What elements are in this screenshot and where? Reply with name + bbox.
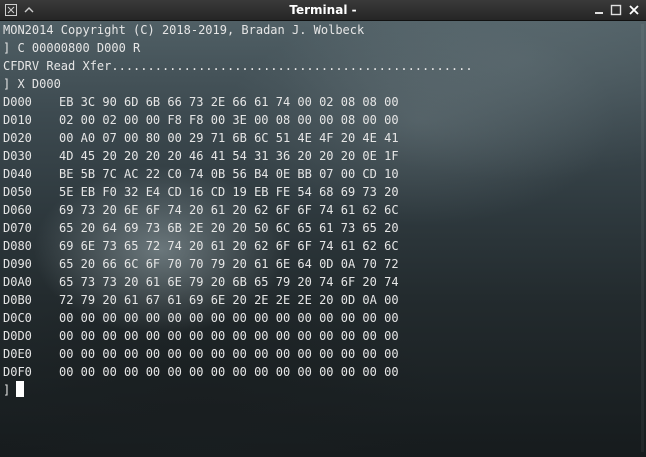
window-title: Terminal - bbox=[289, 3, 357, 17]
header-line: ] C 00000800 D000 R bbox=[3, 41, 141, 55]
dump-address: D060 bbox=[3, 203, 32, 217]
header-line: ] X D000 bbox=[3, 77, 61, 91]
text-cursor bbox=[16, 381, 25, 397]
dump-row: D030 4D 45 20 20 20 20 46 41 54 31 36 20 … bbox=[3, 147, 643, 165]
window-menu-icon[interactable] bbox=[4, 3, 18, 17]
dump-bytes: 00 00 00 00 00 00 00 00 00 00 00 00 00 0… bbox=[59, 347, 399, 361]
dump-bytes: 00 00 00 00 00 00 00 00 00 00 00 00 00 0… bbox=[59, 311, 399, 325]
dump-row: D0A0 65 73 73 20 61 6E 79 20 6B 65 79 20 … bbox=[3, 273, 643, 291]
header-line: CFDRV Read Xfer.........................… bbox=[3, 59, 473, 73]
dump-row: D0C0 00 00 00 00 00 00 00 00 00 00 00 00 … bbox=[3, 309, 643, 327]
dump-row: D0B0 72 79 20 61 67 61 69 6E 20 2E 2E 2E … bbox=[3, 291, 643, 309]
shade-icon[interactable] bbox=[22, 3, 36, 17]
header-line: MON2014 Copyright (C) 2018-2019, Bradan … bbox=[3, 23, 365, 37]
dump-bytes: 65 20 66 6C 6F 70 70 79 20 61 6E 64 0D 0… bbox=[59, 257, 399, 271]
dump-address: D0E0 bbox=[3, 347, 32, 361]
dump-bytes: 72 79 20 61 67 61 69 6E 20 2E 2E 2E 20 0… bbox=[59, 293, 399, 307]
minimize-icon[interactable] bbox=[592, 3, 606, 17]
terminal-output[interactable]: MON2014 Copyright (C) 2018-2019, Bradan … bbox=[3, 21, 643, 455]
dump-address: D050 bbox=[3, 185, 32, 199]
dump-bytes: 65 73 73 20 61 6E 79 20 6B 65 79 20 74 6… bbox=[59, 275, 399, 289]
dump-address: D040 bbox=[3, 167, 32, 181]
dump-bytes: BE 5B 7C AC 22 C0 74 0B 56 B4 0E BB 07 0… bbox=[59, 167, 399, 181]
dump-bytes: 69 73 20 6E 6F 74 20 61 20 62 6F 6F 74 6… bbox=[59, 203, 399, 217]
dump-address: D0A0 bbox=[3, 275, 32, 289]
dump-address: D0F0 bbox=[3, 365, 32, 379]
prompt-symbol: ] bbox=[3, 383, 11, 397]
dump-row: D0D0 00 00 00 00 00 00 00 00 00 00 00 00 … bbox=[3, 327, 643, 345]
dump-bytes: 02 00 02 00 00 F8 F8 00 3E 00 08 00 00 0… bbox=[59, 113, 399, 127]
dump-row: D020 00 A0 07 00 80 00 29 71 6B 6C 51 4E … bbox=[3, 129, 643, 147]
dump-row: D060 69 73 20 6E 6F 74 20 61 20 62 6F 6F … bbox=[3, 201, 643, 219]
dump-address: D080 bbox=[3, 239, 32, 253]
dump-bytes: 65 20 64 69 73 6B 2E 20 20 50 6C 65 61 7… bbox=[59, 221, 399, 235]
dump-address: D030 bbox=[3, 149, 32, 163]
dump-row: D050 5E EB F0 32 E4 CD 16 CD 19 EB FE 54 … bbox=[3, 183, 643, 201]
scrollbar[interactable] bbox=[641, 24, 644, 452]
dump-bytes: 69 6E 73 65 72 74 20 61 20 62 6F 6F 74 6… bbox=[59, 239, 399, 253]
dump-bytes: 00 00 00 00 00 00 00 00 00 00 00 00 00 0… bbox=[59, 329, 399, 343]
maximize-icon[interactable] bbox=[609, 3, 623, 17]
dump-row: D040 BE 5B 7C AC 22 C0 74 0B 56 B4 0E BB … bbox=[3, 165, 643, 183]
dump-address: D070 bbox=[3, 221, 32, 235]
terminal-window: Terminal - MON2014 Copyright (C) 2018-20… bbox=[0, 0, 646, 457]
dump-bytes: EB 3C 90 6D 6B 66 73 2E 66 61 74 00 02 0… bbox=[59, 95, 399, 109]
dump-address: D090 bbox=[3, 257, 32, 271]
dump-bytes: 4D 45 20 20 20 20 46 41 54 31 36 20 20 2… bbox=[59, 149, 399, 163]
dump-address: D010 bbox=[3, 113, 32, 127]
close-icon[interactable] bbox=[627, 3, 641, 17]
dump-row: D000 EB 3C 90 6D 6B 66 73 2E 66 61 74 00 … bbox=[3, 93, 643, 111]
dump-row: D0F0 00 00 00 00 00 00 00 00 00 00 00 00 … bbox=[3, 363, 643, 381]
dump-bytes: 00 00 00 00 00 00 00 00 00 00 00 00 00 0… bbox=[59, 365, 399, 379]
dump-address: D000 bbox=[3, 95, 32, 109]
dump-row: D010 02 00 02 00 00 F8 F8 00 3E 00 08 00 … bbox=[3, 111, 643, 129]
dump-address: D0C0 bbox=[3, 311, 32, 325]
dump-row: D070 65 20 64 69 73 6B 2E 20 20 50 6C 65 … bbox=[3, 219, 643, 237]
dump-address: D0B0 bbox=[3, 293, 32, 307]
command-prompt[interactable]: ] bbox=[3, 381, 643, 399]
dump-row: D080 69 6E 73 65 72 74 20 61 20 62 6F 6F … bbox=[3, 237, 643, 255]
dump-bytes: 00 A0 07 00 80 00 29 71 6B 6C 51 4E 4F 2… bbox=[59, 131, 399, 145]
dump-bytes: 5E EB F0 32 E4 CD 16 CD 19 EB FE 54 68 6… bbox=[59, 185, 399, 199]
dump-row: D090 65 20 66 6C 6F 70 70 79 20 61 6E 64 … bbox=[3, 255, 643, 273]
dump-row: D0E0 00 00 00 00 00 00 00 00 00 00 00 00 … bbox=[3, 345, 643, 363]
title-bar[interactable]: Terminal - bbox=[0, 0, 646, 21]
dump-address: D020 bbox=[3, 131, 32, 145]
dump-address: D0D0 bbox=[3, 329, 32, 343]
